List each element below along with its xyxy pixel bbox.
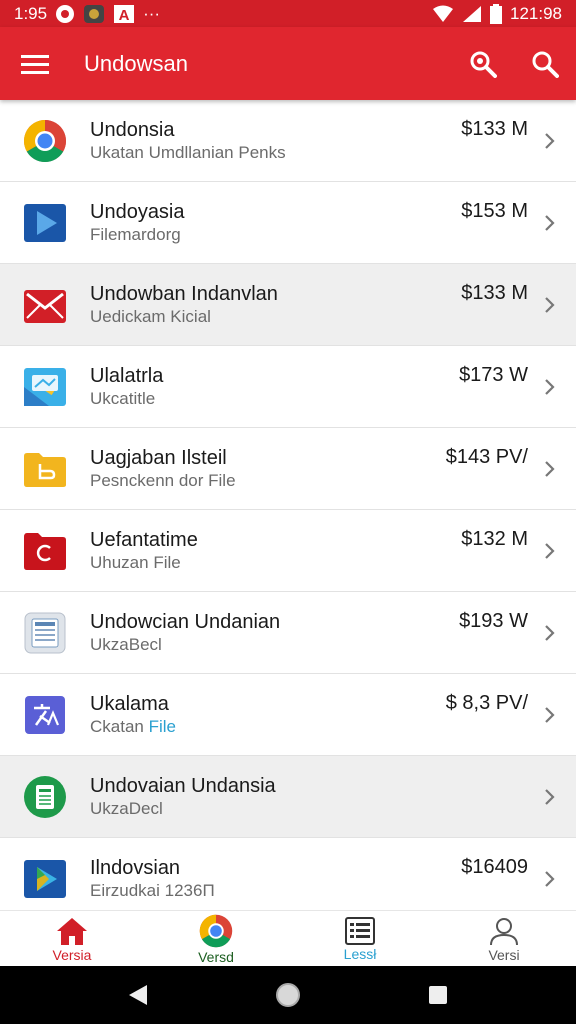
app-title: Undowsan: [84, 50, 188, 76]
chevron-right-icon: [544, 428, 556, 510]
app-badge-letter: A: [119, 7, 130, 24]
status-time: 1:95: [14, 3, 48, 23]
item-subtitle: Pesnckenn dor File: [90, 470, 236, 490]
home-icon: [57, 918, 87, 945]
item-subtitle: Uedickam Kicial: [90, 306, 211, 326]
list-item[interactable]: Undowban Indanvlan Uedickam Kicial $133 …: [0, 264, 576, 346]
status-clock: 121:98: [510, 3, 562, 23]
signal-icon: [462, 5, 482, 23]
item-subtitle: Ckatan File: [90, 716, 177, 736]
photo-thumbnail-icon: [83, 4, 105, 24]
recents-button[interactable]: [418, 975, 458, 1015]
menu-icon: [21, 54, 49, 74]
item-price: $173 W: [459, 364, 528, 386]
system-navigation-bar: [0, 966, 576, 1024]
item-subtitle-accent: File: [148, 716, 177, 736]
nav-label-browser: Versd: [198, 949, 234, 965]
menu-button[interactable]: [0, 27, 70, 100]
item-subtitle: Eirzudkai 1236П: [90, 880, 215, 900]
list-item[interactable]: Uagjaban Ilsteil Pesnckenn dor File $143…: [0, 428, 576, 510]
app-badge-icon: A: [113, 4, 135, 24]
item-subtitle: Filemardorg: [90, 224, 181, 244]
search-button[interactable]: [514, 27, 576, 100]
nav-item-browser[interactable]: Versd: [144, 911, 288, 966]
bottom-navigation: Versia Versd Lessł Versi: [0, 910, 576, 966]
battery-icon: [490, 3, 502, 24]
nav-item-home[interactable]: Versia: [0, 911, 144, 966]
nav-label-home: Versia: [52, 947, 92, 963]
notification-circle-icon: [55, 4, 75, 24]
chevron-right-icon: [544, 264, 556, 346]
list-item[interactable]: Ukalama Ckatan File $ 8,3 PV/: [0, 674, 576, 756]
status-bar: 1:95 A ··· 121:98: [0, 0, 576, 27]
recents-square-icon: [429, 986, 447, 1004]
play-store-icon: [0, 838, 90, 911]
item-price: $153 M: [461, 200, 528, 222]
list-item[interactable]: Undovaian Undansia UkzaDecl: [0, 756, 576, 838]
red-folder-icon: [0, 510, 90, 592]
chevron-right-icon: [544, 592, 556, 674]
item-price: $ 8,3 PV/: [445, 692, 528, 714]
mail-icon: [0, 264, 90, 346]
translate-icon: [0, 674, 90, 756]
file-list: Undonsia Ukatan Umdllanian Penks $133 M …: [0, 100, 576, 910]
chevron-right-icon: [544, 100, 556, 182]
list-item[interactable]: Uefantatime Uhuzan File $132 M: [0, 510, 576, 592]
wifi-icon: [432, 5, 454, 23]
list-item[interactable]: Undoyasia Filemardorg $153 M: [0, 182, 576, 264]
item-subtitle: Uhuzan File: [90, 552, 181, 572]
item-price: $193 W: [459, 610, 528, 632]
home-circle-icon: [276, 983, 300, 1007]
chevron-right-icon: [544, 346, 556, 428]
item-subtitle: UkzaBecl: [90, 634, 162, 654]
nav-item-profile[interactable]: Versi: [432, 911, 576, 966]
chevron-right-icon: [544, 510, 556, 592]
list-item[interactable]: Ulalatrla Ukcatitle $173 W: [0, 346, 576, 428]
search-icon: [532, 51, 559, 78]
map-icon: [0, 346, 90, 428]
item-price: $132 M: [461, 528, 528, 550]
status-more: ···: [143, 3, 161, 23]
list-item[interactable]: Undowcian Undanian UkzaBecl $193 W: [0, 592, 576, 674]
list-item[interactable]: Ilndovsian Eirzudkai 1236П $16409: [0, 838, 576, 910]
list-item[interactable]: Undonsia Ukatan Umdllanian Penks $133 M: [0, 100, 576, 182]
chrome-icon: [0, 100, 90, 182]
item-price: $143 PV/: [445, 446, 528, 468]
play-icon: [0, 182, 90, 264]
chrome-icon: [199, 914, 233, 948]
home-button[interactable]: [268, 975, 308, 1015]
item-title: Undovaian Undansia: [90, 774, 276, 797]
item-price: $133 M: [461, 282, 528, 304]
chevron-right-icon: [544, 838, 556, 910]
item-price: $133 M: [461, 118, 528, 140]
back-triangle-icon: [129, 985, 147, 1005]
zoom-search-button[interactable]: [452, 27, 514, 100]
app-bar: Undowsan: [0, 27, 576, 100]
calculator-icon: [0, 592, 90, 674]
item-subtitle: Ukcatitle: [90, 388, 156, 408]
item-price: $16409: [461, 856, 528, 878]
chevron-right-icon: [544, 756, 556, 838]
item-subtitle: UkzaDecl: [90, 798, 163, 818]
search-alt-icon: [470, 51, 497, 78]
back-button[interactable]: [118, 975, 158, 1015]
person-icon: [490, 918, 518, 946]
item-subtitle: Ukatan Umdllanian Penks: [90, 142, 286, 162]
folder-icon: [0, 428, 90, 510]
nav-label-profile: Versi: [488, 947, 520, 963]
nav-label-list: Lessł: [343, 946, 377, 962]
chevron-right-icon: [544, 182, 556, 264]
list-icon: [345, 917, 375, 945]
nav-item-list[interactable]: Lessł: [288, 911, 432, 966]
chevron-right-icon: [544, 674, 556, 756]
sheets-icon: [0, 756, 90, 838]
